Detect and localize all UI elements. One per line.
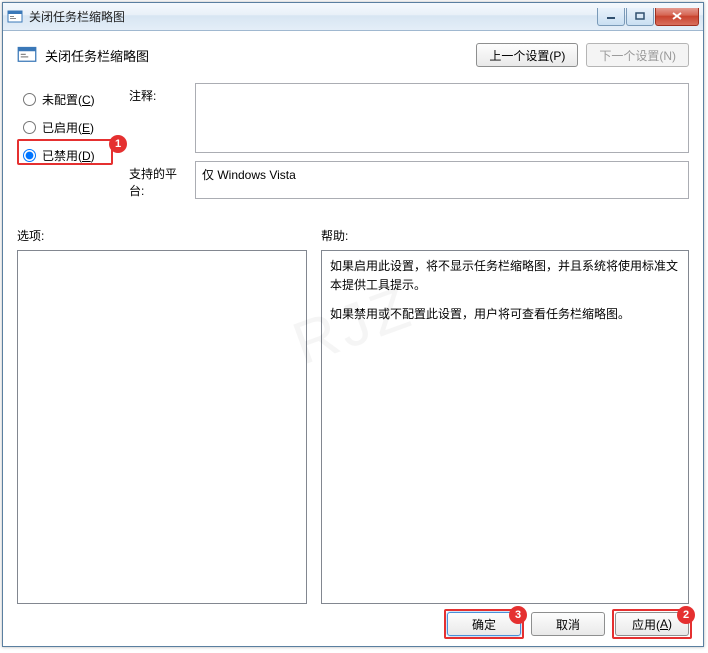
radio-enabled-label: 已启用(E)	[42, 119, 94, 136]
radio-disabled-row[interactable]: 已禁用(D)	[17, 143, 177, 167]
window-controls	[596, 8, 699, 26]
radio-column: 未配置(C) 已启用(E) 已禁用(D) 1	[17, 83, 177, 207]
page-icon	[17, 45, 37, 65]
radio-disabled-label: 已禁用(D)	[42, 147, 95, 164]
header-row: 关闭任务栏缩略图 上一个设置(P) 下一个设置(N)	[17, 43, 689, 67]
nav-buttons: 上一个设置(P) 下一个设置(N)	[476, 43, 689, 67]
window-frame: 关闭任务栏缩略图 关闭任务栏缩略图	[2, 2, 704, 647]
radio-enabled[interactable]	[23, 121, 36, 134]
comment-field-row: 注释:	[129, 83, 689, 153]
comment-textarea[interactable]	[195, 83, 689, 153]
help-text-1: 如果启用此设置，将不显示任务栏缩略图，并且系统将使用标准文本提供工具提示。	[330, 257, 680, 295]
next-setting-button: 下一个设置(N)	[586, 43, 689, 67]
ok-button-wrap: 确定 3	[447, 612, 521, 636]
radio-not-configured-label: 未配置(C)	[42, 91, 95, 108]
options-panel[interactable]	[17, 250, 307, 604]
help-text-2: 如果禁用或不配置此设置，用户将可查看任务栏缩略图。	[330, 305, 680, 324]
next-setting-label: 下一个设置(N)	[599, 47, 676, 64]
config-radio-group: 未配置(C) 已启用(E) 已禁用(D)	[17, 83, 177, 167]
fields-column: 注释: 支持的平台: 仅 Windows Vista	[129, 83, 689, 207]
help-column: 帮助: 如果启用此设置，将不显示任务栏缩略图，并且系统将使用标准文本提供工具提示…	[321, 227, 689, 604]
minimize-button[interactable]	[597, 8, 625, 26]
app-icon	[7, 9, 23, 25]
radio-enabled-row[interactable]: 已启用(E)	[17, 115, 177, 139]
options-label: 选项:	[17, 227, 307, 244]
cancel-button[interactable]: 取消	[531, 612, 605, 636]
maximize-button[interactable]	[626, 8, 654, 26]
platform-box: 仅 Windows Vista	[195, 161, 689, 199]
cancel-label: 取消	[556, 616, 580, 633]
help-label: 帮助:	[321, 227, 689, 244]
prev-setting-label: 上一个设置(P)	[489, 47, 565, 64]
ok-label: 确定	[472, 616, 496, 633]
platform-value: 仅 Windows Vista	[202, 168, 296, 182]
platform-field-row: 支持的平台: 仅 Windows Vista	[129, 161, 689, 199]
window-title: 关闭任务栏缩略图	[29, 8, 596, 25]
page-title: 关闭任务栏缩略图	[45, 46, 476, 65]
options-column: 选项:	[17, 227, 307, 604]
apply-button[interactable]: 应用(A)	[615, 612, 689, 636]
close-button[interactable]	[655, 8, 699, 26]
mid-section: 未配置(C) 已启用(E) 已禁用(D) 1 注释:	[17, 83, 689, 207]
footer-buttons: 确定 3 取消 应用(A) 2	[447, 612, 689, 636]
help-panel[interactable]: 如果启用此设置，将不显示任务栏缩略图，并且系统将使用标准文本提供工具提示。 如果…	[321, 250, 689, 604]
ok-button[interactable]: 确定	[447, 612, 521, 636]
radio-disabled[interactable]	[23, 149, 36, 162]
titlebar[interactable]: 关闭任务栏缩略图	[3, 3, 703, 31]
apply-button-wrap: 应用(A) 2	[615, 612, 689, 636]
radio-not-configured[interactable]	[23, 93, 36, 106]
radio-not-configured-row[interactable]: 未配置(C)	[17, 87, 177, 111]
client-area: 关闭任务栏缩略图 上一个设置(P) 下一个设置(N) 未配置(C) 已启用(E)	[3, 31, 703, 614]
lower-section: 选项: 帮助: 如果启用此设置，将不显示任务栏缩略图，并且系统将使用标准文本提供…	[17, 227, 689, 604]
prev-setting-button[interactable]: 上一个设置(P)	[476, 43, 578, 67]
